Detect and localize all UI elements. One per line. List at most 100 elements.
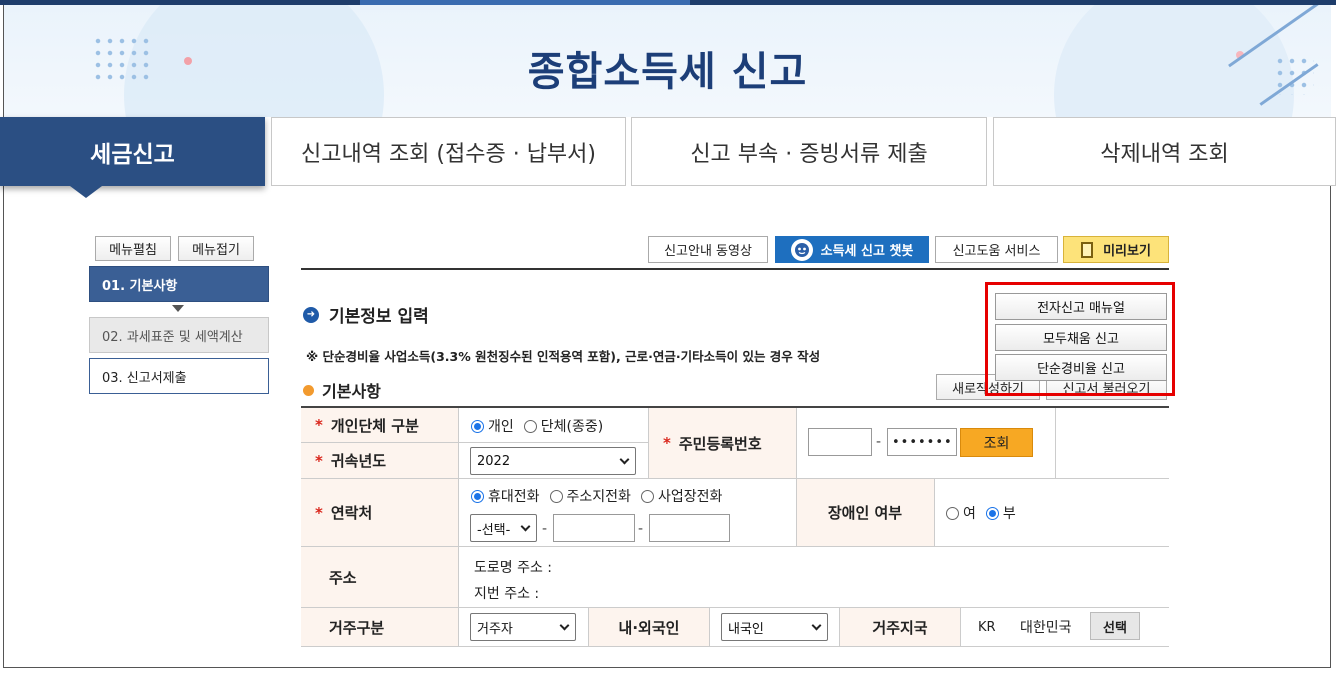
address-label-cell: 주소 [301, 547, 458, 607]
chevron-down-icon [520, 521, 531, 532]
page-title: 종합소득세 신고 [527, 49, 808, 95]
col-divider [458, 408, 459, 646]
disabled-radio-group: 여 부 [946, 503, 1026, 523]
tab-label: 세금신고 [90, 141, 175, 168]
arrow-right-icon: ➜ [303, 306, 319, 323]
col-divider [648, 408, 649, 478]
radio-icon [985, 506, 999, 520]
chevron-down-icon [559, 620, 570, 631]
rrn-second-input[interactable]: ••••••• [887, 428, 957, 456]
row-divider [301, 442, 649, 443]
radio-icon [471, 419, 484, 433]
col-divider [839, 608, 840, 646]
disabled-radio-yes[interactable]: 여 [946, 503, 976, 523]
section-title-text: 기본정보 입력 [329, 307, 429, 327]
sidebar-item-tax-calculation[interactable]: 02. 과세표준 및 세액계산 [89, 317, 269, 353]
row-divider [301, 607, 1169, 608]
residence-label: 거주구분 [329, 618, 385, 637]
phone-prefix-value: -선택- [477, 522, 511, 538]
disabled-label-cell: 장애인 여부 [796, 479, 934, 546]
option-label: 개인 [488, 419, 514, 435]
preview-label: 미리보기 [1103, 244, 1151, 259]
prefilled-filing-button[interactable]: 모두채움 신고 [995, 324, 1167, 351]
row-divider [301, 646, 1169, 647]
contact-radio-group: 휴대전화 주소지전화 사업장전화 [471, 486, 732, 506]
tab-label: 삭제내역 조회 [1100, 141, 1229, 167]
year-label: 귀속년도 [330, 452, 387, 470]
sidebar-item-submit[interactable]: 03. 신고서제출 [89, 358, 269, 394]
bullet-icon [303, 384, 314, 396]
guide-video-button[interactable]: 신고안내 동영상 [648, 236, 768, 263]
phone-middle-input[interactable] [553, 514, 635, 542]
tab-deleted-history[interactable]: 삭제내역 조회 [993, 117, 1336, 186]
country-label: 거주지국 [872, 618, 928, 637]
type-label: 개인단체 구분 [330, 416, 419, 435]
country-select-button[interactable]: 선택 [1090, 612, 1140, 640]
lot-address: 지번 주소 : [474, 586, 540, 602]
subsection-title-text: 기본사항 [322, 382, 381, 401]
filing-help-button[interactable]: 신고도움 서비스 [935, 236, 1058, 263]
e-filing-manual-button[interactable]: 전자신고 매뉴얼 [995, 293, 1167, 320]
menu-collapse-button[interactable]: 메뉴접기 [178, 236, 254, 261]
chevron-down-icon [811, 620, 822, 631]
col-divider [1055, 408, 1056, 478]
disabled-label: 장애인 여부 [827, 504, 903, 522]
year-select[interactable]: 2022 [470, 447, 636, 475]
nationality-value: 내국인 [728, 621, 764, 637]
type-radio-group-org[interactable]: 단체(종중) [523, 416, 604, 436]
col-divider [796, 408, 797, 546]
country-name: 대한민국 [1020, 620, 1072, 636]
simple-expense-filing-button[interactable]: 단순경비율 신고 [995, 354, 1167, 381]
phone-dash: - [542, 521, 548, 537]
rrn-dash: - [876, 434, 882, 450]
radio-icon [523, 419, 537, 433]
tab-document-submission[interactable]: 신고 부속 · 증빙서류 제출 [631, 117, 987, 186]
contact-radio-business[interactable]: 사업장전화 [640, 486, 723, 506]
preview-button[interactable]: 미리보기 [1063, 236, 1169, 263]
contact-label-cell: * 연락처 [301, 479, 458, 546]
chatbot-icon [790, 238, 813, 261]
year-label-cell: * 귀속년도 [301, 443, 458, 478]
sidebar-item-basic-info[interactable]: 01. 기본사항 [89, 266, 269, 302]
chatbot-button[interactable]: 소득세 신고 챗봇 [775, 236, 929, 263]
option-label: 사업장전화 [657, 489, 723, 505]
contact-label: 연락처 [330, 504, 373, 522]
rrn-lookup-button[interactable]: 조회 [960, 428, 1033, 457]
menu-expand-button[interactable]: 메뉴펼침 [95, 236, 171, 261]
type-label-cell: * 개인단체 구분 [301, 408, 458, 442]
row-divider [301, 546, 1169, 547]
header-banner: 종합소득세 신고 [4, 5, 1331, 117]
option-label: 주소지전화 [566, 489, 631, 505]
rrn-first-input[interactable] [808, 428, 872, 456]
tab-tax-filing[interactable]: 세금신고 [0, 117, 265, 186]
year-value: 2022 [477, 453, 511, 469]
active-tab-pointer [70, 186, 102, 198]
address-label: 주소 [329, 568, 357, 587]
tab-label: 신고 부속 · 증빙서류 제출 [690, 141, 928, 167]
col-divider [709, 608, 710, 646]
residence-select[interactable]: 거주자 [470, 613, 576, 641]
phone-last-input[interactable] [649, 514, 730, 542]
tab-label: 신고내역 조회 (접수증 · 납부서) [300, 141, 596, 167]
step-arrow-icon [172, 305, 184, 312]
disabled-radio-no[interactable]: 부 [985, 503, 1016, 523]
subsection-title: 기본사항 [303, 378, 381, 402]
nationality-label: 내·외국인 [618, 618, 680, 637]
country-code: KR [978, 619, 996, 635]
phone-prefix-select[interactable]: -선택- [470, 514, 537, 542]
rrn-label: 주민등록번호 [678, 434, 762, 453]
tab-filing-history[interactable]: 신고내역 조회 (접수증 · 납부서) [271, 117, 626, 186]
option-label: 부 [1002, 506, 1016, 522]
option-label: 단체(종중) [540, 419, 604, 435]
radio-icon [946, 506, 959, 520]
residence-value: 거주자 [477, 621, 513, 637]
country-label-cell: 거주지국 [840, 608, 960, 646]
residence-label-cell: 거주구분 [301, 608, 458, 646]
nationality-label-cell: 내·외국인 [589, 608, 709, 646]
contact-radio-home[interactable]: 주소지전화 [549, 486, 631, 506]
contact-radio-mobile[interactable]: 휴대전화 [471, 486, 540, 506]
nationality-select[interactable]: 내국인 [721, 613, 828, 641]
type-radio-individual[interactable]: 개인 [471, 416, 514, 436]
section-title: ➜ 기본정보 입력 [303, 302, 429, 327]
type-radio-group: 개인 단체(종중) [471, 416, 613, 436]
